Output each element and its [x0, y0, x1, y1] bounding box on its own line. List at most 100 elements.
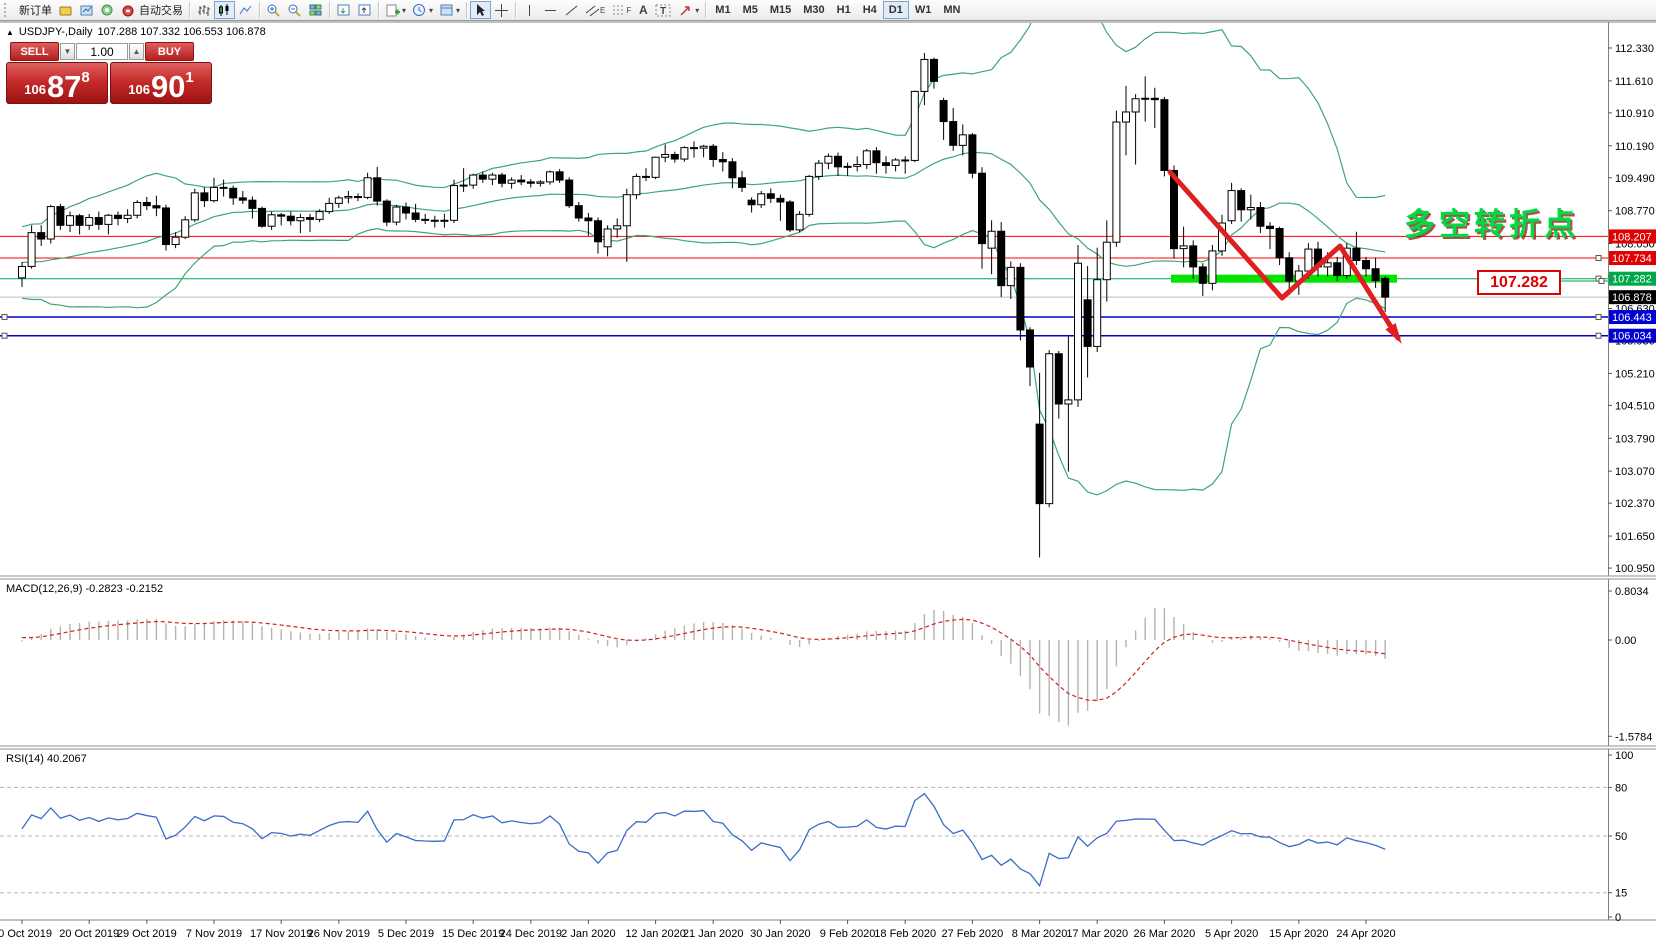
svg-text:108.207: 108.207: [1612, 231, 1652, 243]
text-tool-button[interactable]: A: [634, 1, 652, 19]
chevron-down-icon: ▾: [695, 6, 699, 15]
svg-text:18 Feb 2020: 18 Feb 2020: [874, 928, 936, 940]
sell-price-button[interactable]: 106 87 8: [6, 62, 108, 104]
svg-text:26 Nov 2019: 26 Nov 2019: [308, 928, 370, 940]
toolbar-separator: [189, 2, 190, 18]
volume-input[interactable]: [76, 43, 128, 60]
candlestick-chart-icon: [217, 3, 232, 18]
alerts-icon-button[interactable]: [97, 1, 118, 19]
arrows-tool-button[interactable]: ▾: [675, 1, 702, 19]
text-label-tool-button[interactable]: T: [652, 1, 675, 19]
profiles-icon: [79, 3, 94, 18]
svg-text:105.210: 105.210: [1615, 368, 1655, 380]
hline-tool-button[interactable]: [540, 1, 561, 19]
svg-text:17 Mar 2020: 17 Mar 2020: [1066, 928, 1128, 940]
svg-text:29 Oct 2019: 29 Oct 2019: [117, 928, 177, 940]
svg-text:15 Apr 2020: 15 Apr 2020: [1269, 928, 1328, 940]
equidistant-channel-icon: [585, 3, 600, 18]
crosshair-tool-button[interactable]: [491, 1, 512, 19]
channel-tool-button[interactable]: E: [582, 1, 608, 19]
buy-button[interactable]: BUY: [145, 42, 194, 61]
sound-icon: [100, 3, 115, 18]
svg-text:106.443: 106.443: [1612, 312, 1652, 324]
add-indicator-icon: [385, 3, 400, 18]
svg-text:9 Feb 2020: 9 Feb 2020: [820, 928, 876, 940]
price-tag-107282[interactable]: 107.282: [1477, 270, 1561, 295]
svg-text:-1.5784: -1.5784: [1615, 731, 1652, 743]
svg-text:5 Dec 2019: 5 Dec 2019: [378, 928, 434, 940]
toolbar-grip[interactable]: [4, 3, 9, 17]
add-indicator-button[interactable]: ▾: [382, 1, 409, 19]
one-click-trading-panel: SELL ▼ ▲ BUY 106 87 8 106 90 1: [6, 42, 212, 104]
svg-text:110.190: 110.190: [1615, 141, 1654, 153]
crosshair-icon: [494, 3, 509, 18]
horizontal-line-icon: [543, 3, 558, 18]
tab-timeframe-h1[interactable]: H1: [831, 1, 857, 19]
volume-up-button[interactable]: ▲: [129, 43, 144, 60]
svg-text:107.282: 107.282: [1612, 274, 1652, 286]
charts-icon[interactable]: [55, 1, 76, 19]
buy-price-button[interactable]: 106 90 1: [110, 62, 212, 104]
svg-text:101.650: 101.650: [1615, 531, 1655, 543]
cursor-tool-button[interactable]: [470, 1, 491, 19]
tab-timeframe-w1[interactable]: W1: [909, 1, 938, 19]
chart-surface[interactable]: 112.330111.610110.910110.190109.490108.7…: [0, 0, 1656, 950]
toolbar-separator: [378, 2, 379, 18]
trendline-icon: [564, 3, 579, 18]
line-chart-button[interactable]: [235, 1, 256, 19]
fibonacci-icon: [611, 3, 626, 18]
indicator-in-window-button[interactable]: [354, 1, 375, 19]
toolbar-separator: [466, 2, 467, 18]
indicator-window-icon: [336, 3, 351, 18]
templates-button[interactable]: ▾: [436, 1, 463, 19]
svg-text:15: 15: [1615, 888, 1627, 900]
auto-trading-button[interactable]: 自动交易: [118, 1, 186, 19]
tab-timeframe-h4[interactable]: H4: [857, 1, 883, 19]
turning-point-annotation[interactable]: 多空转折点: [1404, 199, 1579, 244]
svg-text:24 Apr 2020: 24 Apr 2020: [1336, 928, 1395, 940]
volume-down-button[interactable]: ▼: [60, 43, 75, 60]
vertical-line-icon: [522, 3, 537, 18]
tab-timeframe-m30[interactable]: M30: [797, 1, 830, 19]
svg-text:24 Dec 2019: 24 Dec 2019: [500, 928, 562, 940]
svg-text:21 Jan 2020: 21 Jan 2020: [683, 928, 744, 940]
tab-timeframe-d1[interactable]: D1: [883, 1, 909, 19]
macd-label: MACD(12,26,9) -0.2823 -0.2152: [6, 583, 163, 595]
text-label-icon: T: [655, 3, 672, 18]
svg-text:112.330: 112.330: [1615, 43, 1654, 55]
svg-text:107.734: 107.734: [1612, 253, 1652, 265]
periods-button[interactable]: ▾: [409, 1, 436, 19]
rsi-label: RSI(14) 40.2067: [6, 753, 87, 765]
sell-button[interactable]: SELL: [10, 42, 59, 61]
bar-chart-button[interactable]: [193, 1, 214, 19]
svg-text:103.070: 103.070: [1615, 466, 1655, 478]
zoom-in-button[interactable]: [263, 1, 284, 19]
svg-text:106.034: 106.034: [1612, 331, 1652, 343]
new-order-button[interactable]: 新订单: [13, 1, 55, 19]
tab-timeframe-m5[interactable]: M5: [737, 1, 764, 19]
fibonacci-tool-button[interactable]: F: [608, 1, 634, 19]
tab-timeframe-mn[interactable]: MN: [937, 1, 966, 19]
zoom-out-icon: [287, 3, 302, 18]
toolbar-separator: [705, 2, 706, 18]
candlestick-chart-button[interactable]: [214, 1, 235, 19]
svg-text:26 Mar 2020: 26 Mar 2020: [1134, 928, 1196, 940]
profiles-icon-button[interactable]: [76, 1, 97, 19]
svg-text:20 Oct 2019: 20 Oct 2019: [59, 928, 119, 940]
toolbar-separator: [329, 2, 330, 18]
svg-text:T: T: [660, 6, 666, 17]
zoom-out-button[interactable]: [284, 1, 305, 19]
tile-windows-button[interactable]: [305, 1, 326, 19]
mt4-window: 新订单 自动交易 ▾ ▾ ▾ E F A T ▾ M: [0, 0, 1656, 950]
svg-text:108.770: 108.770: [1615, 206, 1655, 218]
svg-text:10 Oct 2019: 10 Oct 2019: [0, 928, 52, 940]
toolbar-separator: [515, 2, 516, 18]
tab-timeframe-m1[interactable]: M1: [709, 1, 736, 19]
svg-text:111.610: 111.610: [1615, 76, 1653, 88]
tab-timeframe-m15[interactable]: M15: [764, 1, 797, 19]
vline-tool-button[interactable]: [519, 1, 540, 19]
indicator-new-window-button[interactable]: [333, 1, 354, 19]
collapse-quote-icon[interactable]: ▲: [6, 28, 14, 37]
trendline-tool-button[interactable]: [561, 1, 582, 19]
template-icon: [439, 3, 454, 18]
